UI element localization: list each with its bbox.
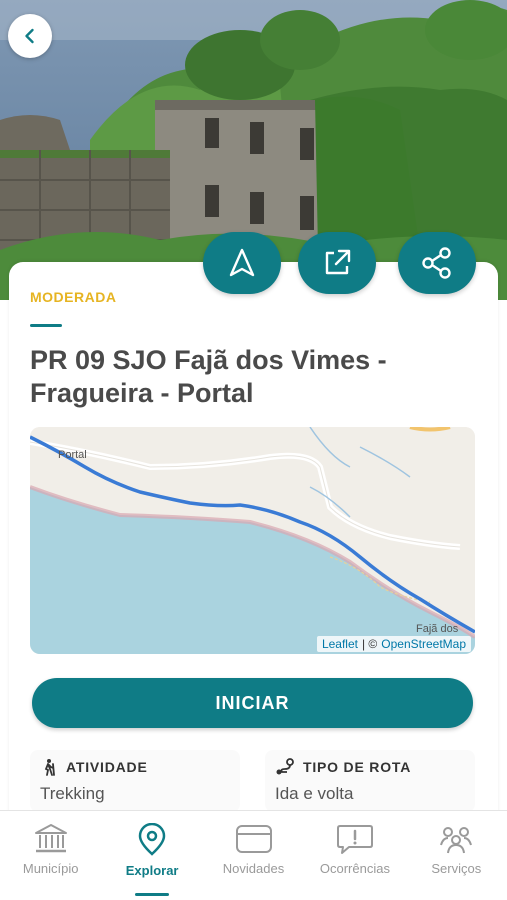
share-icon (422, 247, 451, 279)
open-external-button[interactable] (298, 232, 376, 294)
attribution-separator: | © (361, 637, 378, 651)
nav-label-novidades: Novidades (222, 861, 285, 876)
active-indicator (135, 893, 170, 896)
route-type-label: TIPO DE ROTA (303, 759, 412, 775)
nav-label-explorar: Explorar (125, 863, 179, 878)
map-label-faja: Fajã dos (416, 623, 459, 635)
navigation-arrow-icon (229, 248, 255, 277)
osm-link[interactable]: OpenStreetMap (381, 637, 466, 651)
activity-info: ATIVIDADE Trekking (30, 750, 240, 812)
nav-explorar[interactable]: Explorar (101, 811, 202, 900)
nav-label-servicos: Serviços (431, 861, 482, 876)
route-icon (276, 758, 294, 775)
map-label-portal: Portal (58, 449, 87, 461)
nav-ocorrencias[interactable]: Ocorrências (304, 811, 405, 900)
map-attribution: Leaflet | © OpenStreetMap (316, 636, 471, 652)
nav-label-ocorrencias: Ocorrências (319, 861, 390, 876)
route-type-value: Ida e volta (275, 784, 354, 803)
navigate-button[interactable] (203, 232, 281, 294)
start-button[interactable]: INICIAR (32, 678, 473, 728)
chevron-left-icon (25, 28, 34, 44)
activity-label: ATIVIDADE (66, 759, 148, 775)
map-pin-icon (138, 823, 166, 856)
nav-servicos[interactable]: Serviços (406, 811, 507, 900)
people-icon (440, 827, 473, 854)
difficulty-label: MODERADA (30, 289, 117, 305)
hiker-icon (44, 759, 55, 776)
route-map[interactable]: Portal Fajã dos Leaflet | © OpenStreetMa… (30, 427, 475, 654)
divider (30, 324, 62, 327)
card-icon (235, 825, 272, 853)
share-button[interactable] (398, 232, 476, 294)
leaflet-link[interactable]: Leaflet (322, 637, 358, 651)
activity-value: Trekking (40, 784, 105, 803)
bottom-navigation: Município Explorar Novidades Ocorrências (0, 810, 507, 900)
route-type-info: TIPO DE ROTA Ida e volta (265, 750, 475, 812)
nav-municipio[interactable]: Município (0, 811, 101, 900)
external-link-icon (325, 249, 351, 275)
back-button[interactable] (8, 14, 52, 58)
building-columns-icon (34, 824, 67, 853)
nav-label-municipio: Município (22, 861, 79, 876)
alert-bubble-icon (336, 825, 373, 854)
page-title: PR 09 SJO Fajã dos Vimes - Fragueira - P… (30, 345, 387, 408)
nav-novidades[interactable]: Novidades (203, 811, 304, 900)
